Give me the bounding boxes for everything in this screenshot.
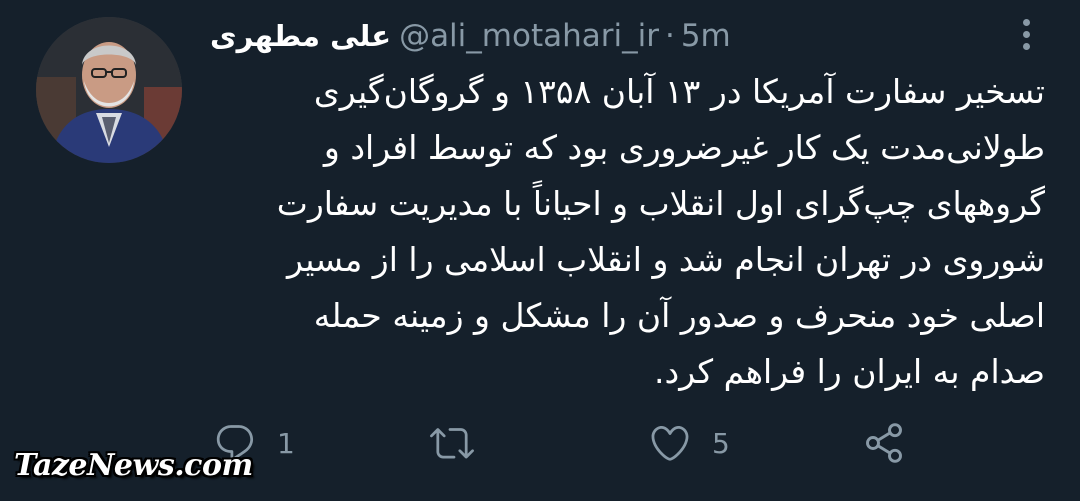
- retweet-button[interactable]: [430, 418, 494, 468]
- share-icon: [866, 423, 902, 463]
- separator-dot: ·: [664, 18, 675, 54]
- avatar-image: [36, 17, 182, 163]
- tweet-card[interactable]: علی مطهری @ali_motahari_ir · 5m تسخیر سفارت…: [0, 0, 1080, 501]
- like-button[interactable]: 5: [648, 418, 730, 468]
- more-vertical-icon[interactable]: [1014, 14, 1038, 54]
- retweet-icon: [430, 428, 474, 459]
- heart-icon: [651, 425, 689, 461]
- watermark: TazeNews.com: [14, 448, 253, 483]
- author-name[interactable]: علی مطهری: [210, 19, 391, 53]
- reply-count: 1: [277, 426, 295, 460]
- like-count: 5: [712, 426, 730, 460]
- tweet-time[interactable]: 5m: [681, 18, 731, 54]
- tweet-text: تسخیر سفارت آمریکا در ۱۳ آبان ۱۳۵۸ و گرو…: [276, 72, 1045, 391]
- avatar[interactable]: [36, 17, 182, 163]
- share-button[interactable]: [862, 418, 926, 468]
- tweet-header: علی مطهری @ali_motahari_ir · 5m: [210, 14, 1020, 58]
- author-handle[interactable]: @ali_motahari_ir: [399, 18, 659, 54]
